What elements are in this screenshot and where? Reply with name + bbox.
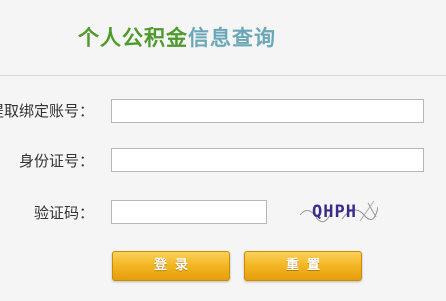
page-title-part2: 信息查询 [188,26,276,50]
captcha-image[interactable]: QHPH [298,197,378,225]
reset-button[interactable]: 重置 [244,251,362,281]
query-page: 个人公积金信息查询 提取绑定账号： 身份证号： 验证码： QHPH 登录 重置 [0,0,446,301]
captcha-text: QHPH [312,202,357,222]
id-number-field[interactable] [111,148,424,172]
header-divider [0,75,446,76]
account-field[interactable] [111,99,424,123]
id-number-label: 身份证号： [18,152,94,170]
captcha-field[interactable] [111,200,267,224]
captcha-label: 验证码： [33,204,94,222]
login-button[interactable]: 登录 [112,251,230,281]
page-title: 个人公积金信息查询 [78,22,276,52]
account-label: 提取绑定账号： [0,102,94,120]
page-title-part1: 个人公积金 [78,26,188,50]
